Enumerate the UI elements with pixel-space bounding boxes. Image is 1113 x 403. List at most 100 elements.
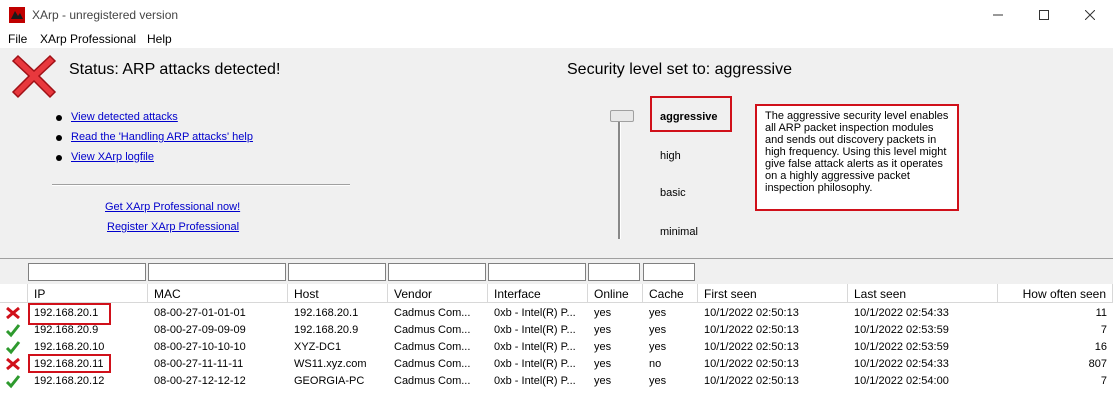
close-icon (1085, 10, 1095, 20)
maximize-icon (1039, 10, 1049, 20)
menu-xarp-professional[interactable]: XArp Professional (40, 32, 136, 46)
register-xarp-professional-link[interactable]: Register XArp Professional (107, 221, 239, 233)
cell-first: 10/1/2022 02:50:13 (704, 375, 799, 387)
menu-help[interactable]: Help (147, 32, 172, 46)
level-minimal[interactable]: minimal (660, 226, 698, 238)
cell-cache: yes (649, 341, 667, 353)
column-header-mac[interactable]: MAC (148, 284, 288, 303)
column-header-status[interactable] (0, 284, 28, 303)
cell-vendor: Cadmus Com... (394, 341, 471, 353)
cell-cache: yes (649, 324, 667, 336)
cell-host: XYZ-DC1 (294, 341, 342, 353)
column-header-vendor[interactable]: Vendor (388, 284, 488, 303)
filter-host-input[interactable] (288, 263, 386, 281)
red-x-icon (6, 306, 20, 320)
attack-highlight (28, 303, 111, 325)
cell-first: 10/1/2022 02:50:13 (704, 324, 799, 336)
minimize-button[interactable] (975, 0, 1021, 30)
cell-last: 10/1/2022 02:54:00 (854, 375, 949, 387)
cell-ip: 192.168.20.10 (34, 341, 105, 353)
green-check-icon (5, 341, 21, 355)
xarp-app-icon (9, 7, 25, 23)
column-header-online[interactable]: Online (588, 284, 643, 303)
cell-interface: 0xb - Intel(R) P... (494, 375, 576, 387)
filter-interface-input[interactable] (488, 263, 586, 281)
handling-arp-attacks-link[interactable]: Read the 'Handling ARP attacks' help (71, 131, 253, 143)
menu-file[interactable]: File (8, 32, 27, 46)
filter-cache-input[interactable] (643, 263, 695, 281)
column-header-ip[interactable]: IP (28, 284, 148, 303)
filter-mac-input[interactable] (148, 263, 286, 281)
security-level-slider-track[interactable] (618, 117, 621, 239)
cell-first: 10/1/2022 02:50:13 (704, 307, 799, 319)
cell-mac: 08-00-27-09-09-09 (154, 324, 246, 336)
cell-vendor: Cadmus Com... (394, 375, 471, 387)
status-text: Status: ARP attacks detected! (69, 61, 281, 78)
cell-mac: 08-00-27-11-11-11 (154, 358, 244, 370)
security-level-title: Security level set to: aggressive (567, 61, 792, 78)
column-header-host[interactable]: Host (288, 284, 388, 303)
selected-level-highlight (650, 96, 732, 132)
cell-cache: no (649, 358, 662, 370)
cell-online: yes (594, 375, 612, 387)
maximize-button[interactable] (1021, 0, 1067, 30)
table-row[interactable]: 192.168.20.10 08-00-27-10-10-10 XYZ-DC1 Cad… (0, 338, 1113, 356)
cell-count: 7 (1100, 324, 1107, 336)
cell-last: 10/1/2022 02:53:59 (854, 341, 949, 353)
cell-first: 10/1/2022 02:50:13 (704, 358, 799, 370)
cell-host: GEORGIA-PC (294, 375, 365, 387)
red-x-icon (6, 357, 20, 371)
column-header-cache[interactable]: Cache (643, 284, 698, 303)
level-basic[interactable]: basic (660, 187, 686, 199)
level-high[interactable]: high (660, 150, 681, 162)
cell-mac: 08-00-27-10-10-10 (154, 341, 246, 353)
cell-ip: 192.168.20.9 (34, 324, 99, 336)
green-check-icon (5, 324, 21, 338)
filter-ip-input[interactable] (28, 263, 146, 281)
cell-count: 16 (1094, 341, 1107, 353)
column-header-interface[interactable]: Interface (488, 284, 588, 303)
close-button[interactable] (1067, 0, 1113, 30)
get-xarp-professional-link[interactable]: Get XArp Professional now! (105, 201, 240, 213)
cell-interface: 0xb - Intel(R) P... (494, 358, 576, 370)
column-header-how-often-seen[interactable]: How often seen (998, 284, 1113, 303)
title-bar: XArp - unregistered version (0, 0, 1113, 30)
cell-cache: yes (649, 307, 667, 319)
cell-mac: 08-00-27-12-12-12 (154, 375, 246, 387)
column-header-first-seen[interactable]: First seen (698, 284, 848, 303)
cell-first: 10/1/2022 02:50:13 (704, 341, 799, 353)
cell-interface: 0xb - Intel(R) P... (494, 324, 576, 336)
filter-online-input[interactable] (588, 263, 640, 281)
cell-vendor: Cadmus Com... (394, 358, 471, 370)
view-detected-attacks-link[interactable]: View detected attacks (71, 111, 178, 123)
cell-online: yes (594, 324, 612, 336)
cell-online: yes (594, 358, 612, 370)
cell-last: 10/1/2022 02:54:33 (854, 358, 949, 370)
green-check-icon (5, 375, 21, 389)
bullet (56, 115, 62, 121)
column-header-last-seen[interactable]: Last seen (848, 284, 998, 303)
cell-online: yes (594, 307, 612, 319)
cell-last: 10/1/2022 02:53:59 (854, 324, 949, 336)
window-title: XArp - unregistered version (32, 8, 179, 22)
table-row[interactable]: 192.168.20.9 08-00-27-09-09-09 192.168.20.… (0, 321, 1113, 339)
table-row[interactable]: 192.168.20.11 08-00-27-11-11-11 WS11.xyz.c… (0, 355, 1113, 373)
red-x-icon (11, 54, 57, 99)
view-logfile-link[interactable]: View XArp logfile (71, 151, 154, 163)
minimize-icon (993, 14, 1003, 16)
table-row[interactable]: 192.168.20.1 08-00-27-01-01-01 192.168.20.… (0, 304, 1113, 322)
filter-bar (0, 258, 1113, 285)
cell-host: 192.168.20.9 (294, 324, 359, 336)
table-row[interactable]: 192.168.20.12 08-00-27-12-12-12 GEORGIA-PC… (0, 372, 1113, 390)
security-level-slider-thumb[interactable] (610, 110, 634, 122)
bullet (56, 155, 62, 161)
hosts-table: IP MAC Host Vendor Interface Online Cach… (0, 284, 1113, 403)
security-level-description: The aggressive security level enables al… (755, 104, 959, 211)
cell-host: 192.168.20.1 (294, 307, 359, 319)
separator (52, 184, 350, 186)
cell-count: 7 (1100, 375, 1107, 387)
cell-last: 10/1/2022 02:54:33 (854, 307, 949, 319)
attack-highlight (28, 354, 111, 373)
cell-cache: yes (649, 375, 667, 387)
filter-vendor-input[interactable] (388, 263, 486, 281)
